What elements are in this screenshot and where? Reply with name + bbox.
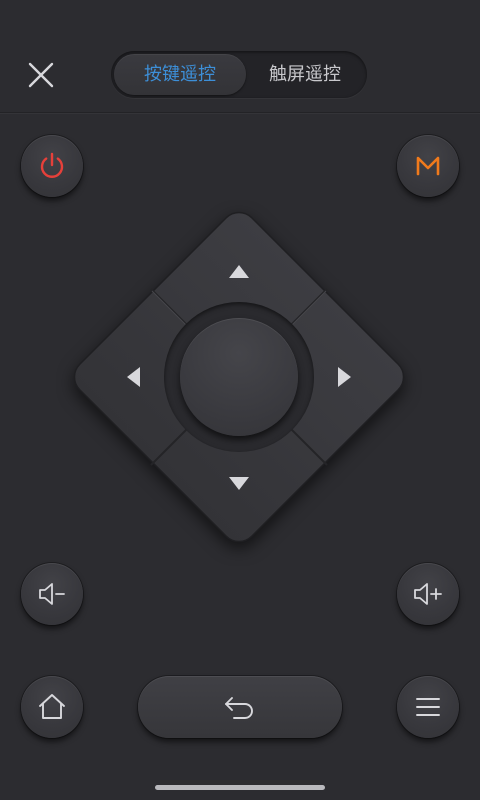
power-icon: [40, 152, 64, 178]
power-button[interactable]: [21, 135, 83, 197]
volume-down-button[interactable]: [21, 563, 83, 625]
arrow-up-icon: [229, 265, 249, 278]
home-icon: [39, 694, 65, 719]
arrow-right-icon: [338, 367, 351, 387]
dpad-up-button[interactable]: [199, 225, 279, 305]
m-icon: [416, 156, 440, 176]
menu-icon: [416, 698, 440, 716]
top-bar: 按键遥控 触屏遥控: [0, 0, 480, 113]
volume-up-icon: [414, 583, 442, 605]
mode-switch: 按键遥控 触屏遥控: [111, 51, 367, 98]
dpad-right-button[interactable]: [311, 337, 391, 417]
menu-button[interactable]: [397, 676, 459, 738]
back-button[interactable]: [138, 676, 342, 738]
ok-button[interactable]: [180, 318, 298, 436]
home-button[interactable]: [21, 676, 83, 738]
close-icon: [28, 62, 54, 88]
volume-up-button[interactable]: [397, 563, 459, 625]
back-icon: [225, 697, 253, 719]
arrow-down-icon: [229, 477, 249, 490]
close-button[interactable]: [24, 58, 58, 92]
home-indicator-bar[interactable]: [155, 785, 325, 790]
m-button[interactable]: [397, 135, 459, 197]
dpad-down-button[interactable]: [199, 449, 279, 529]
dpad-left-button[interactable]: [87, 337, 167, 417]
tab-touch-remote[interactable]: 触屏遥控: [245, 54, 365, 95]
remote-control-screen: 按键遥控 触屏遥控: [0, 0, 480, 800]
volume-down-icon: [39, 583, 65, 605]
arrow-left-icon: [127, 367, 140, 387]
dpad: [67, 205, 411, 549]
tab-key-remote[interactable]: 按键遥控: [114, 54, 246, 95]
